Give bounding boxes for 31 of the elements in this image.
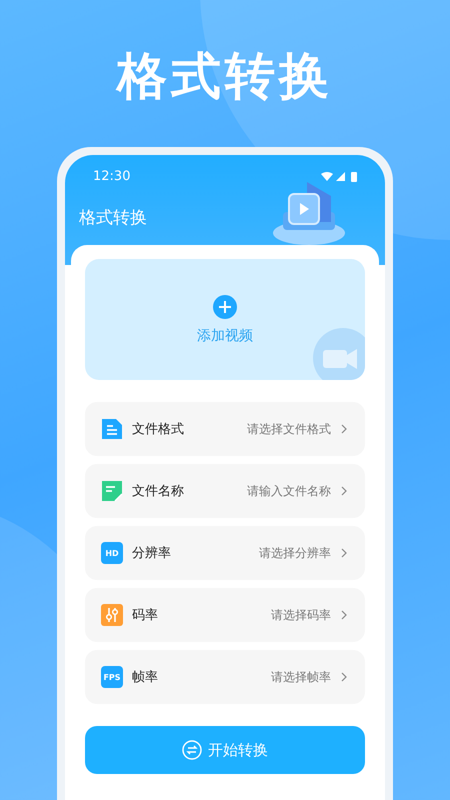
swap-icon bbox=[182, 740, 202, 760]
setting-value: 请输入文件名称 bbox=[247, 482, 331, 500]
status-time: 12:30 bbox=[93, 169, 130, 184]
chevron-right-icon bbox=[341, 672, 347, 682]
setting-label: 帧率 bbox=[132, 669, 158, 686]
setting-label: 文件名称 bbox=[132, 483, 184, 500]
document-icon bbox=[101, 418, 123, 440]
camera-icon bbox=[313, 328, 365, 380]
setting-value: 请选择帧率 bbox=[271, 668, 331, 686]
chevron-right-icon bbox=[341, 486, 347, 496]
plus-icon bbox=[213, 294, 237, 318]
label-badge-icon: FPS bbox=[101, 666, 123, 688]
chevron-right-icon bbox=[341, 424, 347, 434]
settings-row[interactable]: 文件格式 请选择文件格式 bbox=[85, 402, 365, 456]
setting-value: 请选择分辨率 bbox=[259, 544, 331, 562]
settings-row[interactable]: 码率 请选择码率 bbox=[85, 588, 365, 642]
headline: 格式转换 bbox=[117, 46, 333, 106]
chevron-right-icon bbox=[341, 548, 347, 558]
settings-row[interactable]: HD 分辨率 请选择分辨率 bbox=[85, 526, 365, 580]
settings-row[interactable]: FPS 帧率 请选择帧率 bbox=[85, 650, 365, 704]
setting-label: 码率 bbox=[132, 607, 158, 624]
setting-value: 请选择码率 bbox=[271, 606, 331, 624]
edit-note-icon bbox=[101, 480, 123, 502]
setting-value: 请选择文件格式 bbox=[247, 420, 331, 438]
label-badge-icon: HD bbox=[101, 542, 123, 564]
screen-title: 格式转换 bbox=[79, 207, 147, 229]
setting-label: 分辨率 bbox=[132, 545, 171, 562]
chevron-right-icon bbox=[341, 610, 347, 620]
settings-row[interactable]: 文件名称 请输入文件名称 bbox=[85, 464, 365, 518]
sliders-icon bbox=[101, 604, 123, 626]
setting-label: 文件格式 bbox=[132, 421, 184, 438]
